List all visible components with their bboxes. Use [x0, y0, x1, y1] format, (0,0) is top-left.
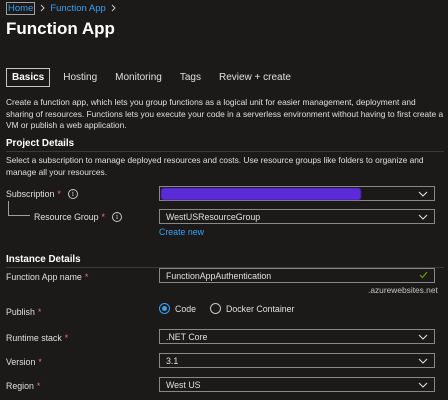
runtime-stack-label: Runtime stack * [6, 333, 69, 343]
publish-label: Publish * [6, 307, 42, 317]
chevron-down-icon [418, 212, 428, 222]
checkmark-icon [419, 271, 428, 281]
tab-basics[interactable]: Basics [6, 68, 51, 87]
tab-tags[interactable]: Tags [175, 69, 206, 86]
domain-suffix: .azurewebsites.net [368, 285, 438, 295]
tree-connector [8, 201, 30, 216]
region-select[interactable]: West US [159, 377, 435, 392]
publish-radio-group: Code Docker Container [159, 303, 294, 314]
required-marker: * [101, 212, 105, 222]
function-app-name-input[interactable]: FunctionAppAuthentication [159, 268, 435, 283]
function-app-name-label: Function App name * [6, 272, 89, 282]
required-marker: * [38, 357, 42, 367]
region-label: Region * [6, 381, 41, 391]
page-title: Function App [6, 19, 115, 38]
chevron-down-icon [418, 189, 428, 199]
publish-option-code[interactable]: Code [159, 303, 196, 314]
subscription-label: Subscription * i [6, 189, 78, 199]
redacted-subscription [161, 188, 361, 200]
chevron-right-icon [39, 4, 46, 14]
required-marker: * [64, 333, 69, 343]
version-select[interactable]: 3.1 [159, 353, 435, 368]
tab-monitoring[interactable]: Monitoring [110, 69, 167, 86]
create-new-resource-group-link[interactable]: Create new [159, 227, 204, 237]
page-description: Create a function app, which lets you gr… [6, 97, 444, 130]
required-marker: * [37, 307, 42, 317]
info-icon[interactable]: i [67, 189, 78, 199]
chevron-down-icon [418, 332, 428, 342]
breadcrumb-function-app-link[interactable]: Function App [50, 3, 105, 14]
radio-selected-icon[interactable] [159, 303, 170, 314]
version-label: Version * [6, 357, 42, 367]
tab-bar: Basics Hosting Monitoring Tags Review + … [6, 68, 304, 87]
project-details-heading: Project Details [6, 138, 75, 149]
chevron-right-icon [110, 4, 117, 14]
chevron-down-icon [418, 380, 428, 390]
resource-group-select[interactable]: WestUSResourceGroup [159, 209, 435, 224]
section-divider [6, 151, 444, 152]
breadcrumb-home-link[interactable]: Home [6, 2, 36, 15]
project-details-description: Select a subscription to manage deployed… [6, 155, 424, 177]
breadcrumb: Home Function App [6, 2, 117, 15]
chevron-down-icon [418, 356, 428, 366]
resource-group-label: Resource Group * i [34, 212, 122, 222]
publish-option-docker-container[interactable]: Docker Container [210, 303, 294, 314]
required-marker: * [57, 189, 61, 199]
required-marker: * [84, 272, 89, 282]
instance-details-heading: Instance Details [6, 254, 81, 265]
info-icon[interactable]: i [111, 212, 122, 222]
runtime-stack-select[interactable]: .NET Core [159, 329, 435, 344]
tab-review-create[interactable]: Review + create [214, 69, 296, 86]
tab-hosting[interactable]: Hosting [58, 69, 102, 86]
required-marker: * [36, 381, 41, 391]
radio-unselected-icon[interactable] [210, 303, 222, 314]
